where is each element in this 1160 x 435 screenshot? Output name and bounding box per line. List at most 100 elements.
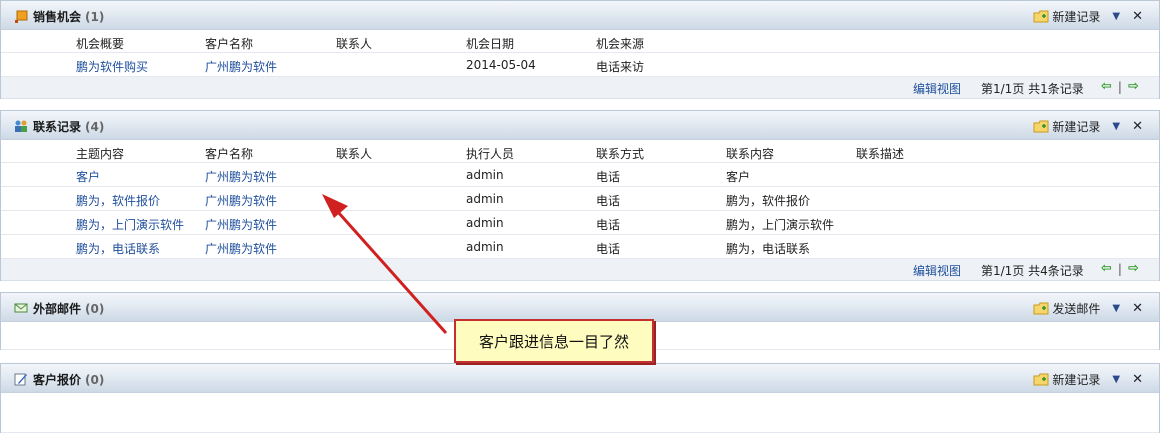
contact-method: 电话	[596, 242, 621, 256]
send-email-button[interactable]: 发送邮件	[1033, 300, 1100, 317]
contact-record-panel: 联系记录 (4) 新建记录 ▼ ✕ 主题内容 客户名称 联系人 执行人员 联系方式…	[0, 110, 1160, 281]
envelope-icon	[14, 303, 28, 313]
close-icon[interactable]: ✕	[1132, 119, 1143, 134]
column-header: 联系方式	[596, 147, 645, 161]
chevron-down-icon[interactable]: ▼	[1112, 11, 1120, 22]
column-header: 机会日期	[466, 37, 515, 51]
quote-new-record-button[interactable]: 新建记录	[1033, 371, 1100, 388]
executor: admin	[466, 240, 504, 254]
column-header: 执行人员	[466, 147, 515, 161]
email-panel-title: 外部邮件 (0)	[33, 302, 105, 316]
email-count: (0)	[85, 302, 105, 316]
quote-panel-header: 客户报价 (0) 新建记录 ▼ ✕	[1, 363, 1159, 393]
pager-separator: |	[1117, 261, 1122, 276]
contact-method: 电话	[596, 170, 621, 184]
sales-footer: 编辑视图 第1/1页 共1条记录 ⇦ | ⇨	[1, 77, 1159, 99]
column-header: 主题内容	[76, 147, 125, 161]
table-row: 鹏为，电话联系 广州鹏为软件 admin 电话 鹏为，电话联系	[1, 235, 1159, 259]
customer-link[interactable]: 广州鹏为软件	[205, 58, 277, 75]
table-row: 鹏为，软件报价 广州鹏为软件 admin 电话 鹏为，软件报价	[1, 187, 1159, 211]
column-header: 联系内容	[726, 147, 775, 161]
email-header-actions: 发送邮件 ▼ ✕	[1033, 300, 1143, 317]
subject-link[interactable]: 鹏为，电话联系	[76, 240, 160, 257]
quote-count: (0)	[85, 373, 105, 387]
contact-count: (4)	[85, 120, 105, 134]
column-header: 联系人	[336, 147, 373, 161]
new-folder-icon	[1033, 120, 1049, 133]
customer-link[interactable]: 广州鹏为软件	[205, 240, 277, 257]
close-icon[interactable]: ✕	[1132, 301, 1143, 316]
quote-panel-title: 客户报价 (0)	[33, 373, 105, 387]
chevron-down-icon[interactable]: ▼	[1112, 121, 1120, 132]
quote-header-actions: 新建记录 ▼ ✕	[1033, 371, 1143, 388]
opportunity-date: 2014-05-04	[466, 58, 536, 72]
page-info: 第1/1页 共4条记录	[981, 264, 1084, 278]
table-row: 鹏为软件购买 广州鹏为软件 2014-05-04 电话来访	[1, 53, 1159, 77]
executor: admin	[466, 216, 504, 230]
contact-header-actions: 新建记录 ▼ ✕	[1033, 118, 1143, 135]
chevron-down-icon[interactable]: ▼	[1112, 303, 1120, 314]
edit-note-icon	[14, 373, 27, 386]
opportunity-link[interactable]: 鹏为软件购买	[76, 58, 148, 75]
executor: admin	[466, 192, 504, 206]
column-header: 联系描述	[856, 147, 905, 161]
contact-content: 鹏为，电话联系	[726, 242, 811, 256]
new-folder-icon	[1033, 10, 1049, 23]
pager: ⇦ | ⇨	[1101, 261, 1139, 276]
new-folder-icon	[1033, 373, 1049, 386]
prev-page-icon[interactable]: ⇦	[1101, 79, 1112, 94]
page-info: 第1/1页 共1条记录	[981, 82, 1084, 96]
subject-link[interactable]: 鹏为，软件报价	[76, 192, 160, 209]
contact-table-header: 主题内容 客户名称 联系人 执行人员 联系方式 联系内容 联系描述	[1, 140, 1159, 163]
customer-link[interactable]: 广州鹏为软件	[205, 216, 277, 233]
callout-annotation: 客户跟进信息一目了然	[454, 319, 654, 363]
people-icon	[15, 120, 27, 132]
pager-separator: |	[1117, 79, 1122, 94]
prev-page-icon[interactable]: ⇦	[1101, 261, 1112, 276]
subject-link[interactable]: 鹏为，上门演示软件	[76, 216, 184, 233]
close-icon[interactable]: ✕	[1132, 9, 1143, 24]
contact-panel-title: 联系记录 (4)	[33, 120, 105, 134]
quote-empty-body	[1, 393, 1159, 433]
column-header: 机会概要	[76, 37, 125, 51]
new-folder-icon	[1033, 302, 1049, 315]
customer-link[interactable]: 广州鹏为软件	[205, 168, 277, 185]
contact-footer: 编辑视图 第1/1页 共4条记录 ⇦ | ⇨	[1, 259, 1159, 281]
subject-link[interactable]: 客户	[76, 168, 100, 185]
sales-icon	[15, 10, 28, 23]
column-header: 联系人	[336, 37, 373, 51]
chevron-down-icon[interactable]: ▼	[1112, 374, 1120, 385]
table-row: 鹏为，上门演示软件 广州鹏为软件 admin 电话 鹏为，上门演示软件	[1, 211, 1159, 235]
sales-header-actions: 新建记录 ▼ ✕	[1033, 8, 1143, 25]
contact-method: 电话	[596, 218, 621, 232]
executor: admin	[466, 168, 504, 182]
contact-content: 鹏为，软件报价	[726, 194, 811, 208]
sales-new-record-label: 新建记录	[1052, 10, 1101, 24]
next-page-icon[interactable]: ⇨	[1128, 79, 1139, 94]
quote-new-record-label: 新建记录	[1052, 373, 1101, 387]
table-row: 客户 广州鹏为软件 admin 电话 客户	[1, 163, 1159, 187]
column-header: 机会来源	[596, 37, 645, 51]
sales-table-header: 机会概要 客户名称 联系人 机会日期 机会来源	[1, 30, 1159, 53]
contact-content: 鹏为，上门演示软件	[726, 218, 835, 232]
column-header: 客户名称	[205, 37, 254, 51]
sales-count: (1)	[85, 10, 105, 24]
column-header: 客户名称	[205, 147, 254, 161]
sales-opportunity-panel: 销售机会 (1) 新建记录 ▼ ✕ 机会概要 客户名称 联系人 机会日期 机会来源…	[0, 0, 1160, 99]
edit-view-link[interactable]: 编辑视图	[913, 262, 961, 279]
sales-new-record-button[interactable]: 新建记录	[1033, 8, 1100, 25]
contact-method: 电话	[596, 194, 621, 208]
customer-link[interactable]: 广州鹏为软件	[205, 192, 277, 209]
sales-panel-header: 销售机会 (1) 新建记录 ▼ ✕	[1, 0, 1159, 30]
email-panel-header: 外部邮件 (0) 发送邮件 ▼ ✕	[1, 292, 1159, 322]
contact-new-record-button[interactable]: 新建记录	[1033, 118, 1100, 135]
close-icon[interactable]: ✕	[1132, 372, 1143, 387]
next-page-icon[interactable]: ⇨	[1128, 261, 1139, 276]
contact-new-record-label: 新建记录	[1052, 120, 1101, 134]
edit-view-link[interactable]: 编辑视图	[913, 80, 961, 97]
opportunity-source: 电话来访	[596, 60, 645, 74]
contact-content: 客户	[726, 170, 751, 184]
send-email-label: 发送邮件	[1052, 302, 1101, 316]
pager: ⇦ | ⇨	[1101, 79, 1139, 94]
sales-panel-title: 销售机会 (1)	[33, 10, 105, 24]
